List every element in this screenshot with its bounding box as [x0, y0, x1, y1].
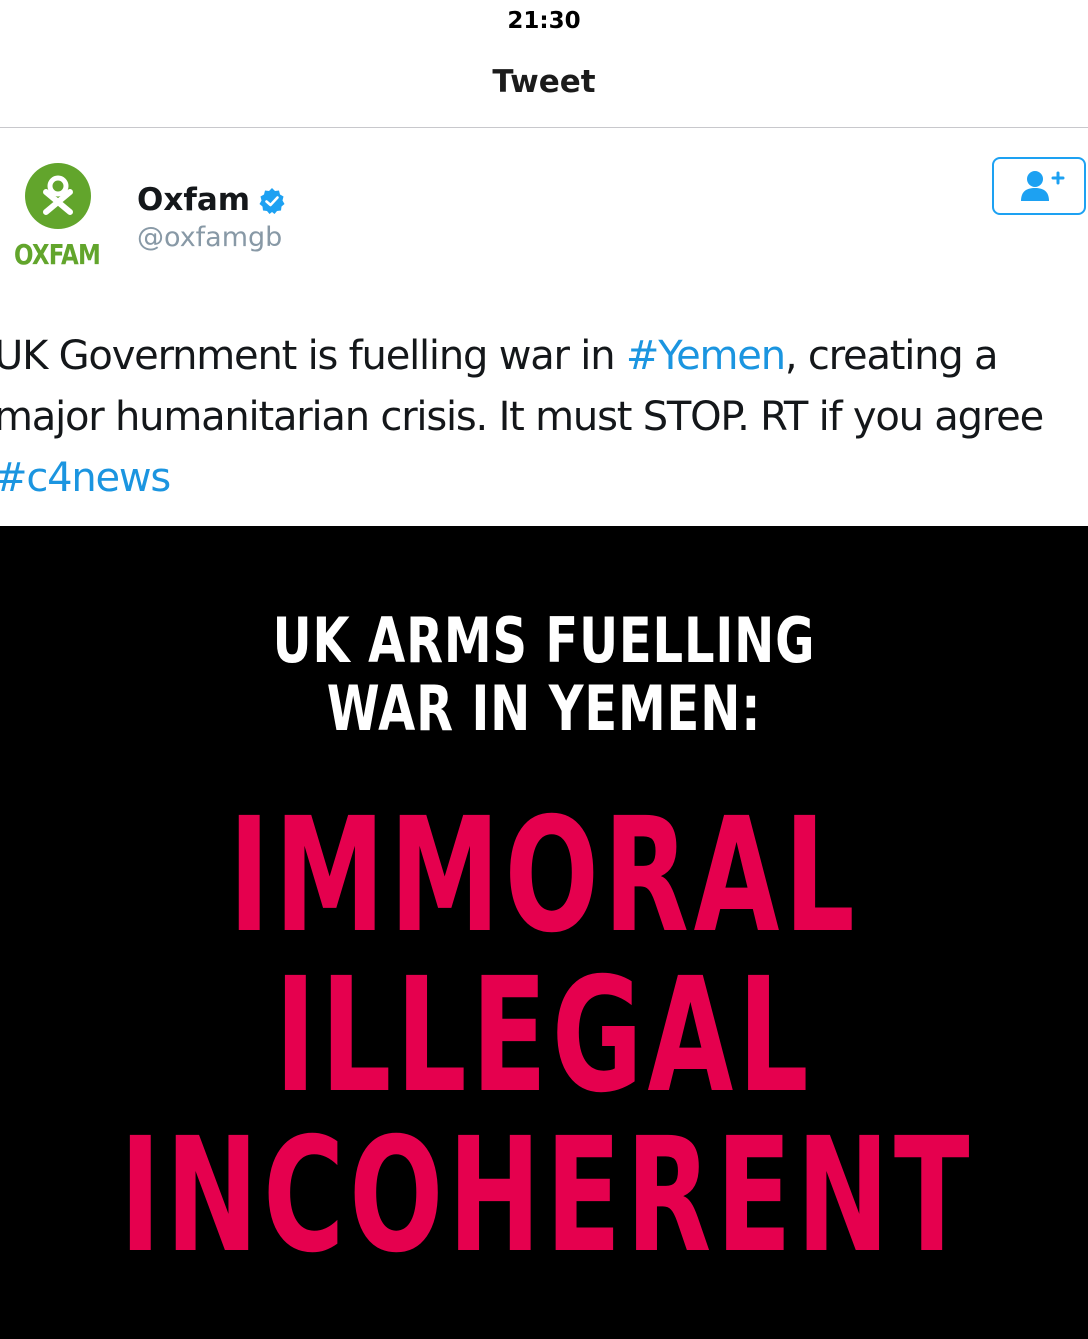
- verified-badge-icon: [259, 188, 285, 214]
- follow-button[interactable]: [992, 157, 1086, 215]
- media-word-incoherent: INCOHERENT: [119, 1104, 975, 1288]
- author-handle[interactable]: @oxfamgb: [137, 222, 282, 253]
- media-headline-line-2: WAR IN YEMEN:: [326, 672, 762, 745]
- tweet-media-image[interactable]: UK ARMS FUELLING WAR IN YEMEN: IMMORAL I…: [0, 526, 1088, 1339]
- oxfam-logo-icon: [25, 163, 91, 229]
- nav-bar: Tweet: [0, 44, 1088, 128]
- display-name[interactable]: Oxfam: [137, 182, 250, 218]
- status-bar: 21:30: [0, 0, 1088, 44]
- avatar-wordmark: OXFAM: [14, 238, 101, 271]
- tweet-text-part-1: UK Government is fuelling war in: [0, 333, 626, 379]
- media-word-immoral: IMMORAL: [228, 784, 860, 968]
- hashtag-yemen-link[interactable]: #Yemen: [626, 333, 786, 379]
- status-time: 21:30: [507, 8, 581, 34]
- author-name-row[interactable]: Oxfam: [137, 180, 286, 220]
- page-title: Tweet: [492, 64, 596, 100]
- media-word-illegal: ILLEGAL: [274, 944, 814, 1128]
- follow-user-plus-icon: [1021, 171, 1065, 201]
- media-headline-line-1: UK ARMS FUELLING: [272, 604, 816, 677]
- hashtag-c4news-link[interactable]: #c4news: [0, 455, 171, 501]
- tweet-text: UK Government is fuelling war in #Yemen,…: [0, 326, 1084, 509]
- avatar[interactable]: OXFAM: [4, 160, 110, 280]
